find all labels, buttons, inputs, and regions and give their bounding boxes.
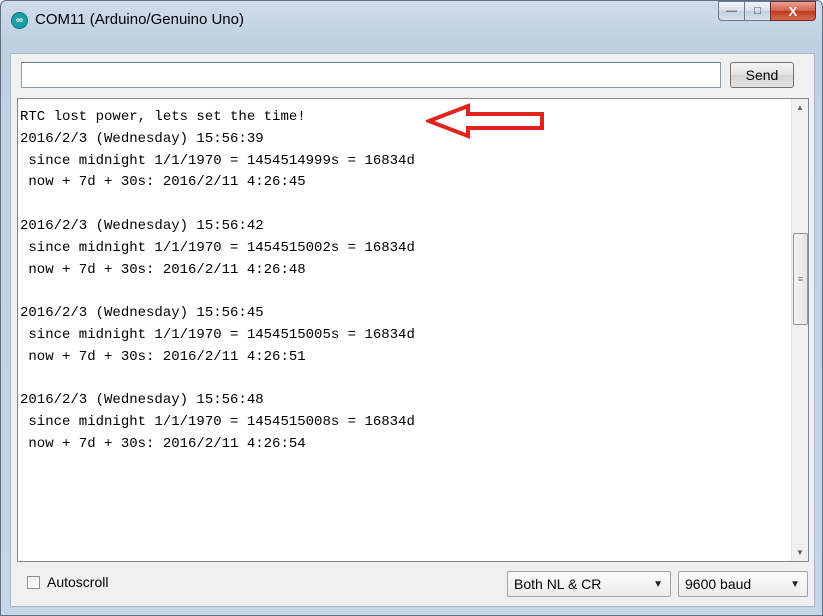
log-line: since midnight 1/1/1970 = 1454514999s = … xyxy=(20,152,415,169)
log-line: 2016/2/3 (Wednesday) 15:56:48 xyxy=(20,392,264,409)
footer-bar: Autoscroll Both NL & CR ▼ 9600 baud ▼ xyxy=(11,566,814,606)
serial-output-pane[interactable]: RTC lost power, lets set the time! 2016/2… xyxy=(17,98,809,562)
log-line: now + 7d + 30s: 2016/2/11 4:26:45 xyxy=(20,174,306,191)
log-line: now + 7d + 30s: 2016/2/11 4:26:51 xyxy=(20,348,306,365)
autoscroll-checkbox[interactable] xyxy=(27,576,40,589)
log-line: 2016/2/3 (Wednesday) 15:56:42 xyxy=(20,217,264,234)
close-button[interactable]: X xyxy=(770,1,816,21)
vertical-scrollbar[interactable]: ▲ ≡ ▼ xyxy=(791,99,808,561)
baud-rate-value: 9600 baud xyxy=(685,576,752,592)
serial-log: RTC lost power, lets set the time! 2016/2… xyxy=(20,107,790,456)
autoscroll-label[interactable]: Autoscroll xyxy=(47,574,108,590)
log-line: now + 7d + 30s: 2016/2/11 4:26:48 xyxy=(20,261,306,278)
red-arrow-annotation xyxy=(426,103,544,139)
window-title: COM11 (Arduino/Genuino Uno) xyxy=(35,11,244,28)
log-line: since midnight 1/1/1970 = 1454515008s = … xyxy=(20,414,415,431)
log-line: 2016/2/3 (Wednesday) 15:56:45 xyxy=(20,305,264,322)
log-line: now + 7d + 30s: 2016/2/11 4:26:54 xyxy=(20,435,306,452)
window-controls: — □ X xyxy=(718,1,816,23)
line-ending-select[interactable]: Both NL & CR ▼ xyxy=(507,571,671,597)
client-area: Send RTC lost power, lets set the time! 2… xyxy=(10,53,815,607)
serial-send-input[interactable] xyxy=(21,62,721,88)
log-line: since midnight 1/1/1970 = 1454515005s = … xyxy=(20,326,415,343)
scroll-thumb[interactable]: ≡ xyxy=(793,233,808,325)
log-line: since midnight 1/1/1970 = 1454515002s = … xyxy=(20,239,415,256)
chevron-down-icon: ▼ xyxy=(790,579,800,590)
title-bar: ∞ COM11 (Arduino/Genuino Uno) — □ X xyxy=(1,1,822,39)
send-button[interactable]: Send xyxy=(730,62,794,88)
baud-rate-select[interactable]: 9600 baud ▼ xyxy=(678,571,808,597)
chevron-down-icon: ▼ xyxy=(653,579,663,590)
log-line: RTC lost power, lets set the time! xyxy=(20,109,306,125)
serial-monitor-window: ∞ COM11 (Arduino/Genuino Uno) — □ X Send… xyxy=(0,0,823,616)
arduino-icon: ∞ xyxy=(11,12,28,29)
scroll-up-icon[interactable]: ▲ xyxy=(792,99,808,116)
scroll-down-icon[interactable]: ▼ xyxy=(792,544,808,561)
minimize-button[interactable]: — xyxy=(718,1,745,21)
maximize-button[interactable]: □ xyxy=(744,1,771,21)
grip-icon: ≡ xyxy=(797,274,804,284)
log-line: 2016/2/3 (Wednesday) 15:56:39 xyxy=(20,130,264,147)
line-ending-value: Both NL & CR xyxy=(514,576,602,592)
